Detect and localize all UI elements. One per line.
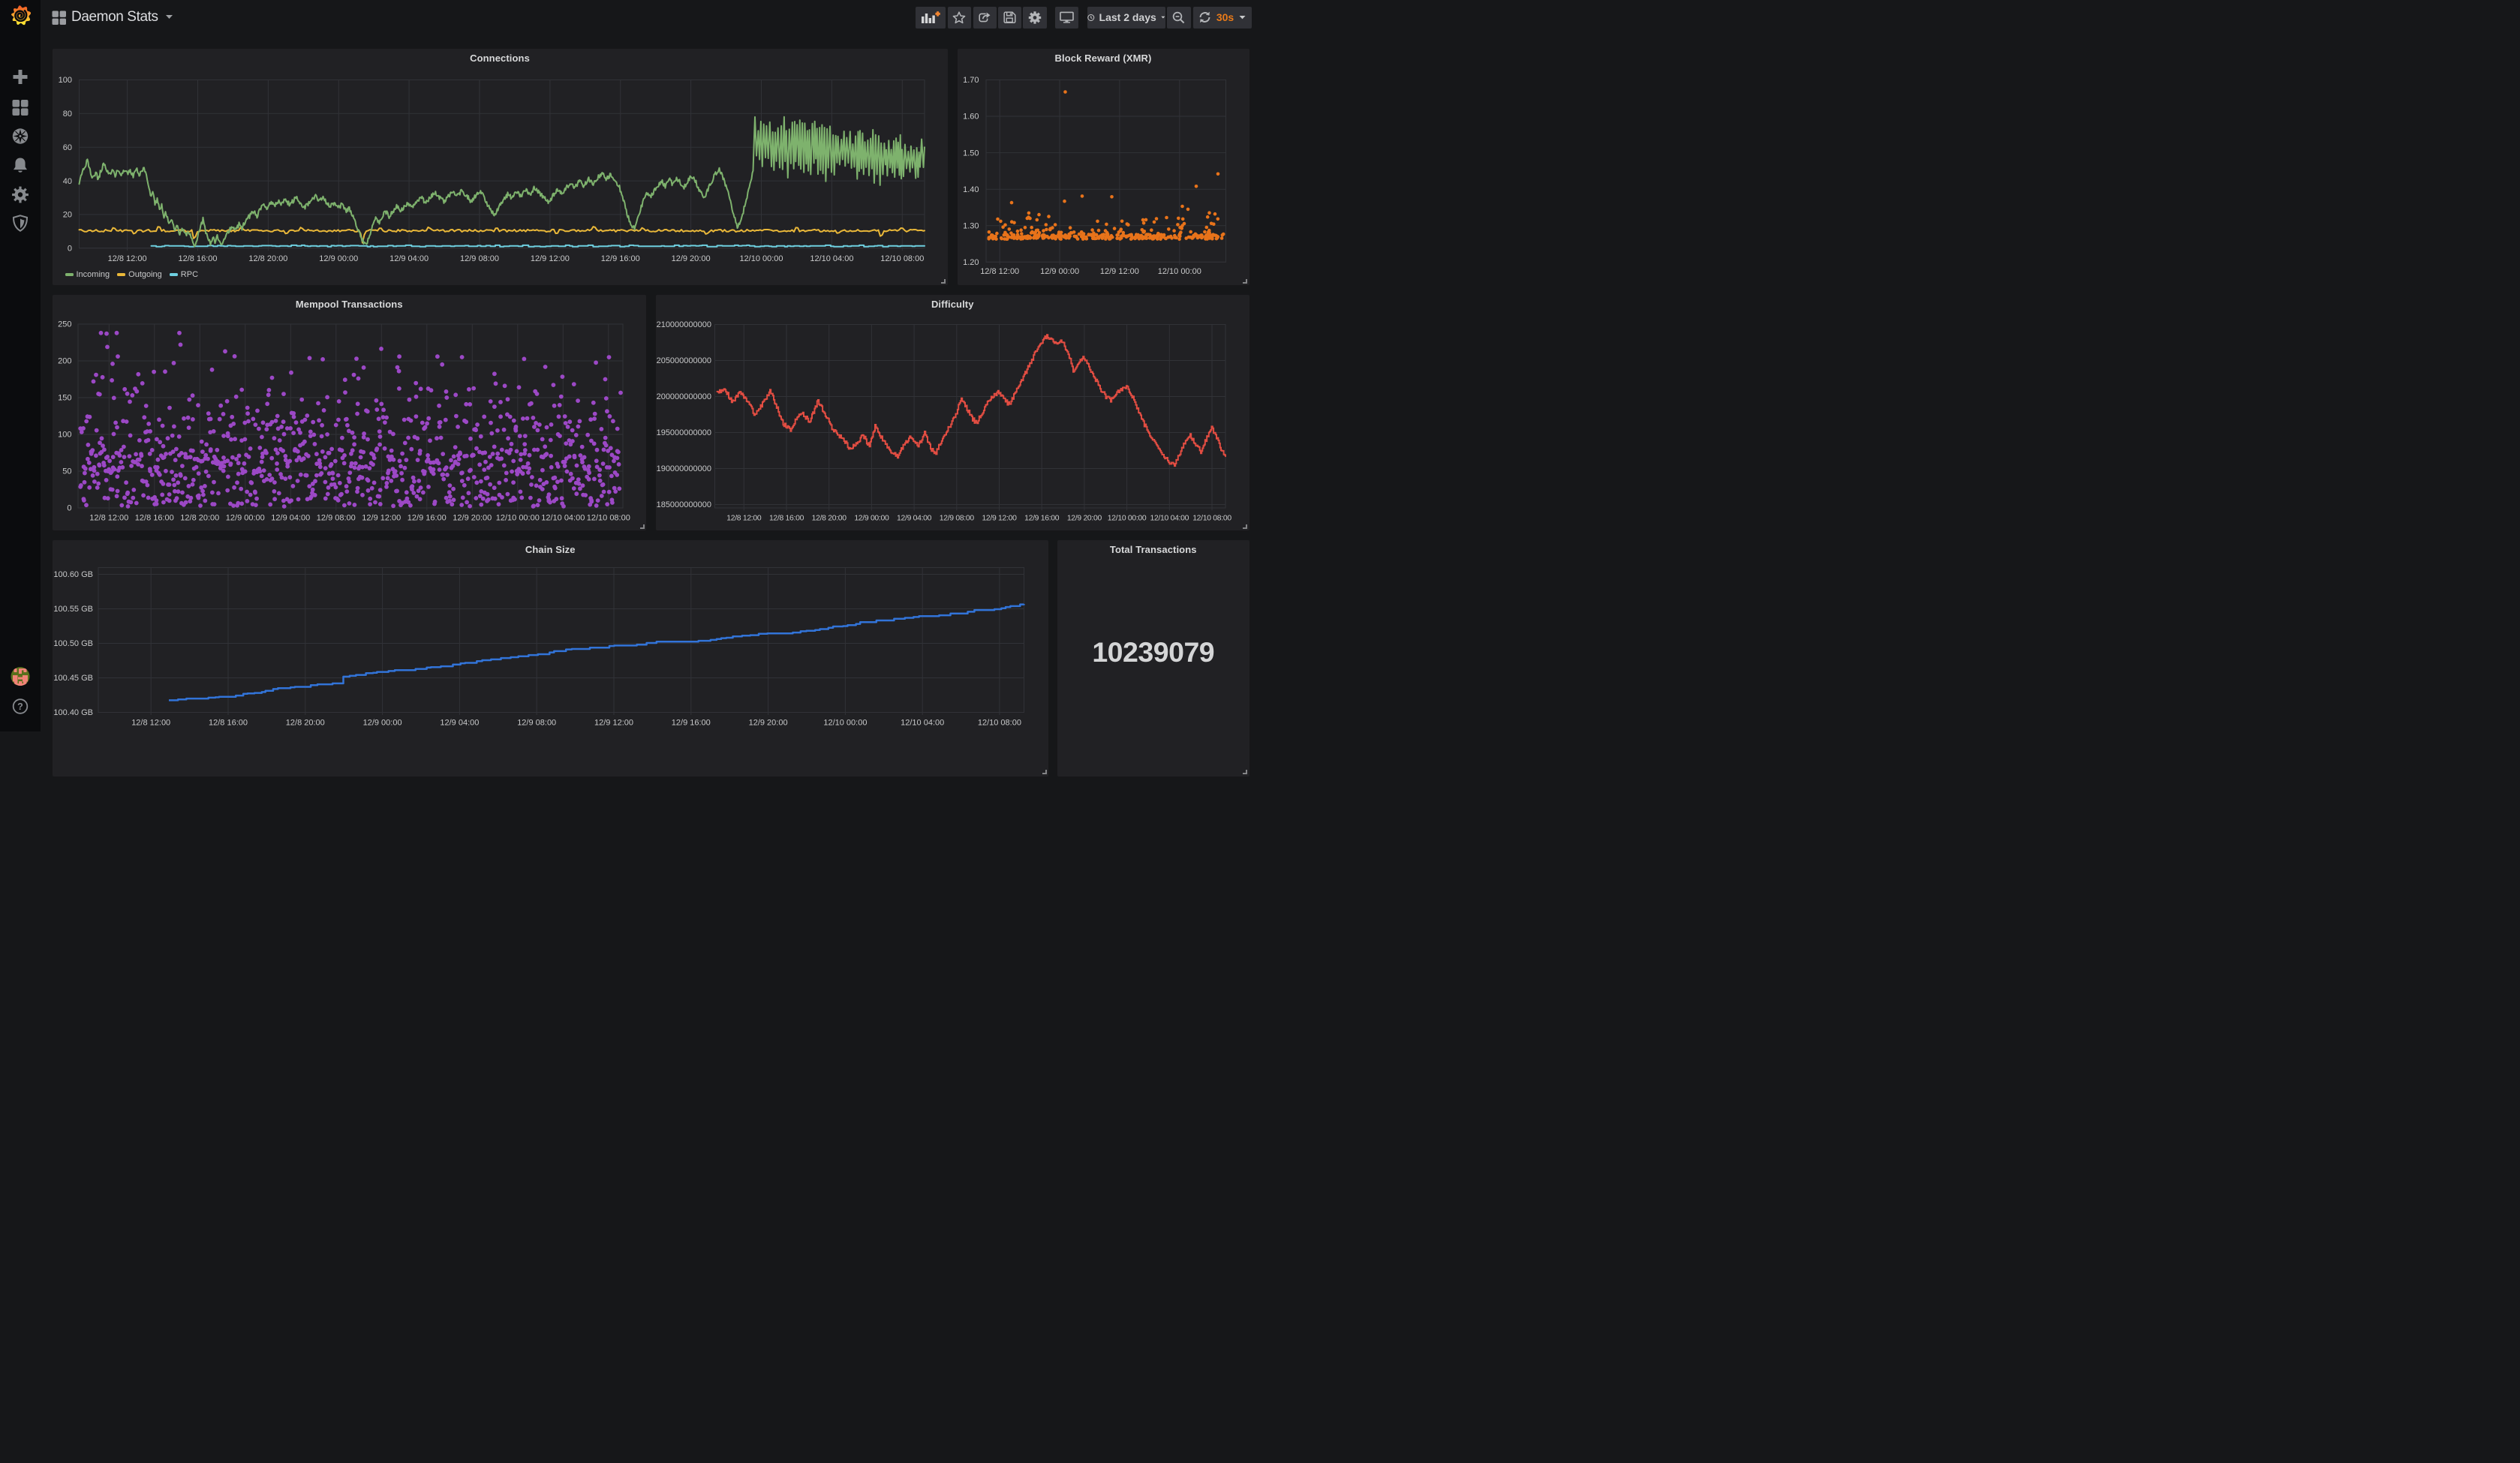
svg-text:12/9 16:00: 12/9 16:00 (671, 718, 710, 727)
svg-text:50: 50 (62, 467, 71, 476)
svg-text:12/8 12:00: 12/8 12:00 (89, 514, 128, 523)
svg-text:12/8 16:00: 12/8 16:00 (769, 515, 804, 523)
svg-text:150: 150 (58, 394, 71, 403)
svg-text:12/8 20:00: 12/8 20:00 (812, 515, 847, 523)
svg-text:12/9 20:00: 12/9 20:00 (453, 514, 492, 523)
svg-text:12/10 00:00: 12/10 00:00 (1157, 267, 1201, 276)
svg-text:12/9 12:00: 12/9 12:00 (1099, 267, 1138, 276)
svg-text:12/9 12:00: 12/9 12:00 (982, 515, 1017, 523)
svg-text:12/8 16:00: 12/8 16:00 (209, 718, 248, 727)
svg-text:12/9 08:00: 12/9 08:00 (316, 514, 355, 523)
svg-text:185000000000: 185000000000 (657, 500, 711, 509)
svg-text:12/8 12:00: 12/8 12:00 (726, 515, 762, 523)
svg-text:12/9 12:00: 12/9 12:00 (530, 254, 569, 263)
svg-text:12/8 12:00: 12/8 12:00 (107, 254, 146, 263)
svg-text:1.30: 1.30 (963, 221, 979, 230)
svg-text:100: 100 (58, 431, 71, 440)
svg-text:12/9 20:00: 12/9 20:00 (1067, 515, 1102, 523)
svg-text:12/9 00:00: 12/9 00:00 (854, 515, 889, 523)
svg-text:20: 20 (62, 211, 71, 220)
svg-text:12/10 00:00: 12/10 00:00 (823, 718, 867, 727)
svg-text:12/9 00:00: 12/9 00:00 (319, 254, 358, 263)
svg-text:12/8 16:00: 12/8 16:00 (134, 514, 173, 523)
svg-text:12/9 12:00: 12/9 12:00 (362, 514, 401, 523)
svg-text:12/9 04:00: 12/9 04:00 (440, 718, 479, 727)
svg-text:12/9 16:00: 12/9 16:00 (407, 514, 446, 523)
svg-text:12/9 00:00: 12/9 00:00 (225, 514, 264, 523)
svg-text:12/9 08:00: 12/9 08:00 (460, 254, 499, 263)
svg-text:12/9 12:00: 12/9 12:00 (594, 718, 633, 727)
svg-text:12/9 20:00: 12/9 20:00 (748, 718, 787, 727)
svg-text:60: 60 (62, 143, 71, 152)
svg-text:?: ? (17, 701, 23, 712)
svg-text:12/10 00:00: 12/10 00:00 (739, 254, 783, 263)
svg-text:1.60: 1.60 (963, 113, 979, 122)
svg-text:12/9 08:00: 12/9 08:00 (517, 718, 556, 727)
svg-text:12/8 12:00: 12/8 12:00 (131, 718, 170, 727)
svg-text:12/9 08:00: 12/9 08:00 (940, 515, 975, 523)
svg-text:100.45 GB: 100.45 GB (53, 674, 93, 683)
svg-text:0: 0 (67, 504, 71, 513)
svg-text:205000000000: 205000000000 (657, 356, 711, 365)
svg-text:40: 40 (62, 177, 71, 186)
svg-text:200000000000: 200000000000 (657, 392, 711, 401)
svg-text:1.20: 1.20 (963, 258, 979, 267)
svg-text:250: 250 (58, 320, 71, 329)
svg-text:195000000000: 195000000000 (657, 428, 711, 437)
svg-text:12/9 04:00: 12/9 04:00 (271, 514, 310, 523)
svg-text:12/10 08:00: 12/10 08:00 (1192, 515, 1231, 523)
svg-text:12/8 16:00: 12/8 16:00 (178, 254, 217, 263)
svg-text:12/9 04:00: 12/9 04:00 (389, 254, 429, 263)
svg-text:80: 80 (62, 110, 71, 119)
svg-text:1.40: 1.40 (963, 185, 979, 194)
svg-text:12/10 04:00: 12/10 04:00 (541, 514, 585, 523)
svg-text:100.60 GB: 100.60 GB (53, 570, 93, 579)
svg-text:12/10 00:00: 12/10 00:00 (495, 514, 539, 523)
svg-text:12/9 04:00: 12/9 04:00 (897, 515, 932, 523)
svg-text:12/10 04:00: 12/10 04:00 (1150, 515, 1189, 523)
svg-text:100.40 GB: 100.40 GB (53, 708, 93, 717)
svg-text:0: 0 (67, 244, 71, 253)
svg-text:1.70: 1.70 (963, 76, 979, 85)
svg-text:12/8 12:00: 12/8 12:00 (980, 267, 1019, 276)
svg-text:12/10 00:00: 12/10 00:00 (1108, 515, 1147, 523)
svg-text:12/9 20:00: 12/9 20:00 (671, 254, 710, 263)
svg-text:12/8 20:00: 12/8 20:00 (285, 718, 324, 727)
svg-text:12/10 08:00: 12/10 08:00 (880, 254, 924, 263)
svg-text:190000000000: 190000000000 (657, 464, 711, 473)
svg-text:12/8 20:00: 12/8 20:00 (248, 254, 287, 263)
svg-text:12/9 16:00: 12/9 16:00 (600, 254, 639, 263)
svg-text:12/10 04:00: 12/10 04:00 (810, 254, 853, 263)
svg-text:12/10 04:00: 12/10 04:00 (901, 718, 944, 727)
svg-text:12/8 20:00: 12/8 20:00 (180, 514, 219, 523)
svg-text:12/10 08:00: 12/10 08:00 (586, 514, 630, 523)
svg-text:100.50 GB: 100.50 GB (53, 639, 93, 648)
svg-text:100: 100 (58, 76, 71, 85)
svg-text:200: 200 (58, 357, 71, 366)
svg-text:12/10 08:00: 12/10 08:00 (977, 718, 1021, 727)
svg-text:1.50: 1.50 (963, 149, 979, 158)
svg-text:12/9 16:00: 12/9 16:00 (1024, 515, 1060, 523)
svg-text:12/9 00:00: 12/9 00:00 (362, 718, 401, 727)
svg-text:210000000000: 210000000000 (657, 320, 711, 329)
svg-text:100.55 GB: 100.55 GB (53, 605, 93, 614)
svg-text:12/9 00:00: 12/9 00:00 (1040, 267, 1079, 276)
